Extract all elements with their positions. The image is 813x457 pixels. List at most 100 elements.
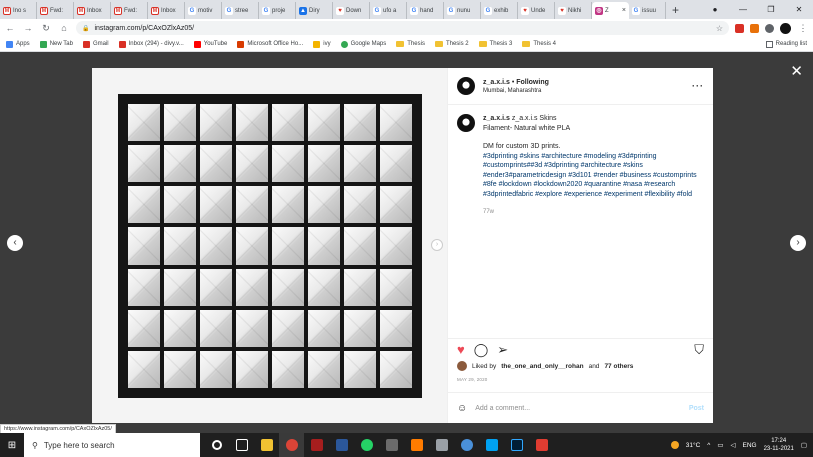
- browser-tab[interactable]: M Fwd:: [37, 2, 74, 19]
- bookmark-inbox[interactable]: Inbox (294) - divy.v...: [118, 40, 184, 48]
- comment-input[interactable]: Add a comment...: [475, 405, 530, 412]
- avatar[interactable]: [457, 77, 475, 95]
- weather-icon[interactable]: [670, 441, 679, 449]
- browser-tab[interactable]: ♥ Down: [333, 2, 370, 19]
- minimize-button[interactable]: —: [729, 5, 757, 14]
- browser-tab[interactable]: M Inbox: [148, 2, 185, 19]
- taskbar-search[interactable]: ⚲ Type here to search: [24, 433, 200, 457]
- previous-post-arrow-icon[interactable]: ‹: [7, 235, 23, 251]
- app-icon[interactable]: [379, 433, 404, 457]
- extensions-puzzle-icon[interactable]: [765, 23, 774, 33]
- close-tab-icon[interactable]: ×: [622, 7, 626, 14]
- app-icon[interactable]: [454, 433, 479, 457]
- post-photo[interactable]: [118, 94, 422, 398]
- illustrator-icon[interactable]: [404, 433, 429, 457]
- bookmark-ivy[interactable]: ivy: [313, 40, 331, 48]
- whatsapp-icon[interactable]: [354, 433, 379, 457]
- chrome-icon[interactable]: [279, 433, 304, 457]
- address-bar[interactable]: 🔒 instagram.com/p/CAxOZlxAz05/ ☆: [76, 21, 729, 35]
- maximize-button[interactable]: ❐: [757, 5, 785, 14]
- browser-tab[interactable]: Gmotiv: [185, 2, 222, 19]
- comment-box: ☺ Add a comment... Post: [448, 392, 713, 423]
- comment-icon[interactable]: ◯: [474, 342, 489, 358]
- close-icon[interactable]: ✕: [790, 64, 803, 79]
- bookmark-google-maps[interactable]: Google Maps: [340, 40, 386, 48]
- browser-tab[interactable]: Gufo a: [370, 2, 407, 19]
- browser-tab[interactable]: Gexhib: [481, 2, 518, 19]
- caption-username[interactable]: z_a.x.i.s: [483, 115, 510, 122]
- liked-by-user[interactable]: the_one_and_only__rohan: [501, 363, 583, 370]
- bookmark-folder[interactable]: Thesis 2: [434, 41, 469, 47]
- browser-tab[interactable]: Gstree: [222, 2, 259, 19]
- app-icon[interactable]: [429, 433, 454, 457]
- browser-tab[interactable]: M Fwd:: [111, 2, 148, 19]
- reload-icon[interactable]: ↻: [40, 23, 52, 34]
- liked-by-others[interactable]: 77 others: [604, 363, 633, 370]
- extension-icon[interactable]: [735, 23, 744, 33]
- clock[interactable]: 17:24 23-11-2021: [764, 437, 794, 453]
- like-heart-icon[interactable]: ♥: [457, 342, 465, 357]
- avatar[interactable]: [457, 114, 475, 132]
- bookmark-star-icon[interactable]: ☆: [716, 24, 723, 33]
- bookmark-folder[interactable]: Thesis: [396, 41, 425, 47]
- liker-avatar[interactable]: [457, 361, 467, 371]
- chevron-up-icon[interactable]: ^: [707, 442, 710, 449]
- browser-tab[interactable]: Gissuu: [629, 2, 666, 19]
- browser-tab[interactable]: ▲ Diry: [296, 2, 333, 19]
- browser-tab[interactable]: ♥ Nikhi: [555, 2, 592, 19]
- app-icon[interactable]: [304, 433, 329, 457]
- cortana-icon[interactable]: [204, 433, 229, 457]
- share-icon[interactable]: ➢: [497, 342, 508, 358]
- temperature[interactable]: 31°C: [686, 442, 701, 449]
- browser-tab[interactable]: ♥ Unde: [518, 2, 555, 19]
- profile-avatar[interactable]: [780, 22, 791, 34]
- pyramid-tile: [200, 186, 232, 224]
- browser-tab[interactable]: M Ino s: [0, 2, 37, 19]
- browser-tab[interactable]: Gnunu: [444, 2, 481, 19]
- notifications-icon[interactable]: ▢: [801, 441, 807, 449]
- acrobat-icon[interactable]: [529, 433, 554, 457]
- new-tab-button[interactable]: +: [666, 2, 685, 19]
- bookmark-youtube[interactable]: YouTube: [193, 40, 227, 48]
- windows-start-icon[interactable]: ⊞: [0, 440, 24, 451]
- file-explorer-icon[interactable]: [254, 433, 279, 457]
- network-icon[interactable]: ▭: [717, 441, 723, 449]
- username[interactable]: z_a.x.i.s: [483, 79, 510, 86]
- forward-icon[interactable]: →: [22, 23, 34, 33]
- save-bookmark-icon[interactable]: ⛉: [694, 342, 704, 358]
- post-comment-button[interactable]: Post: [689, 405, 704, 412]
- bookmark-new-tab[interactable]: New Tab: [39, 40, 73, 48]
- language[interactable]: ENG: [743, 442, 757, 449]
- bookmark-apps[interactable]: Apps: [6, 40, 30, 48]
- browser-tab[interactable]: Ghand: [407, 2, 444, 19]
- tab-label: Fwd:: [124, 7, 138, 14]
- bookmark-gmail[interactable]: Gmail: [82, 40, 109, 48]
- volume-icon[interactable]: ◁: [731, 441, 736, 449]
- browser-tab[interactable]: ◎ Z ×: [592, 2, 629, 19]
- bookmark-office[interactable]: Microsoft Office Ho...: [237, 40, 303, 48]
- pyramid-tile: [272, 145, 304, 183]
- modal-overlay[interactable]: ✕ ‹ › › z_a.x.i.s • Following Mumbai, Ma…: [0, 52, 813, 433]
- location[interactable]: Mumbai, Maharashtra: [483, 88, 549, 94]
- hashtags[interactable]: #3dprinting #skins #architecture #modeli…: [483, 152, 704, 200]
- browser-tab[interactable]: M Inbox: [74, 2, 111, 19]
- photoshop-icon[interactable]: [504, 433, 529, 457]
- more-options-icon[interactable]: ···: [692, 81, 704, 91]
- extension-icon[interactable]: [750, 23, 759, 33]
- close-window-button[interactable]: ✕: [785, 5, 813, 14]
- carousel-next-icon[interactable]: ›: [431, 239, 443, 251]
- emoji-icon[interactable]: ☺: [457, 403, 467, 414]
- app-icon[interactable]: [329, 433, 354, 457]
- bookmark-folder[interactable]: Thesis 3: [478, 41, 512, 47]
- menu-kebab-icon[interactable]: ⋮: [797, 23, 809, 34]
- reading-list[interactable]: Reading list: [765, 40, 807, 48]
- app-icon[interactable]: [479, 433, 504, 457]
- tab-search-icon[interactable]: ●: [701, 5, 729, 14]
- back-icon[interactable]: ←: [4, 23, 16, 33]
- task-view-icon[interactable]: [229, 433, 254, 457]
- browser-tab[interactable]: Gproje: [259, 2, 296, 19]
- bookmark-folder[interactable]: Thesis 4: [522, 41, 556, 47]
- following-button[interactable]: Following: [516, 79, 549, 86]
- home-icon[interactable]: ⌂: [58, 23, 70, 33]
- next-post-arrow-icon[interactable]: ›: [790, 235, 806, 251]
